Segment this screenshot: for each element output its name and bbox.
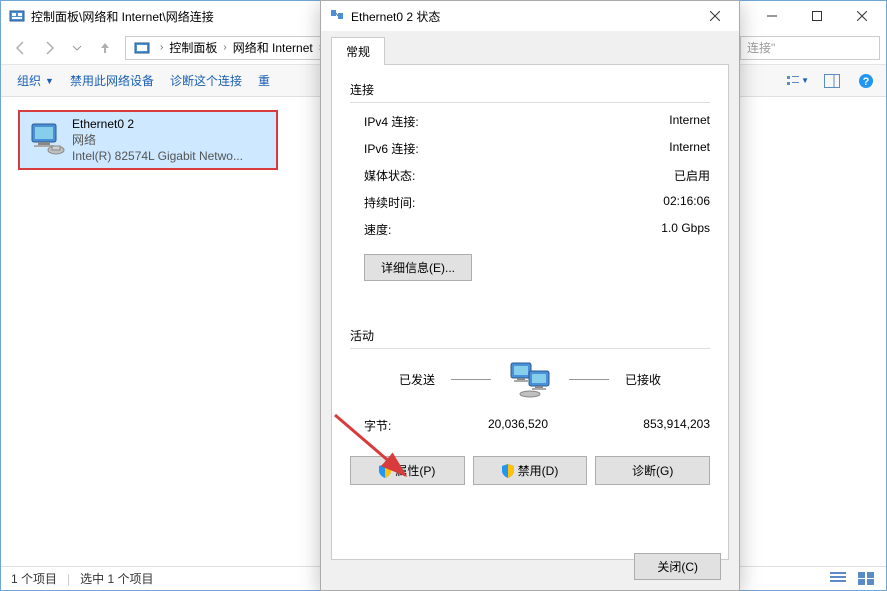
adapter-name: Ethernet0 2 [72,116,243,132]
close-button[interactable] [839,2,884,30]
network-adapter-icon [26,116,66,160]
bytes-sent-value: 20,036,520 [488,417,548,431]
close-dialog-button[interactable]: 关闭(C) [634,553,721,580]
help-icon[interactable]: ? [854,70,878,92]
minimize-button[interactable] [749,2,794,30]
tab-content: 连接 IPv4 连接: Internet IPv6 连接: Internet 媒… [331,64,729,560]
adapter-device: Intel(R) 82574L Gigabit Netwo... [72,148,243,164]
adapter-status: 网络 [72,132,243,148]
diagnose-button[interactable]: 诊断(G) [595,456,710,485]
view-options-icon[interactable]: ▼ [786,70,810,92]
adapter-text: Ethernet0 2 网络 Intel(R) 82574L Gigabit N… [72,116,243,164]
nav-up-button[interactable] [91,34,119,62]
large-icons-view-icon[interactable] [856,571,876,587]
chevron-right-icon: › [160,42,163,53]
duration-value: 02:16:06 [663,194,710,211]
dialog-titlebar: Ethernet0 2 状态 [321,1,739,31]
ipv6-label: IPv6 连接: [364,140,419,157]
details-button[interactable]: 详细信息(E)... [364,254,472,281]
media-label: 媒体状态: [364,167,415,184]
preview-pane-icon[interactable] [820,70,844,92]
shield-icon [379,464,391,478]
bytes-label: 字节: [364,417,391,434]
maximize-button[interactable] [794,2,839,30]
dialog-title: Ethernet0 2 状态 [351,8,695,25]
properties-button[interactable]: 属性(P) [350,456,465,485]
row-media: 媒体状态: 已启用 [350,167,710,184]
control-panel-icon [9,8,25,24]
diagnose-button[interactable]: 诊断这个连接 [162,68,250,93]
dialog-footer: 关闭(C) [634,553,721,580]
chevron-down-icon: ▼ [801,76,809,85]
nav-back-button[interactable] [7,34,35,62]
status-selected-count: 选中 1 个项目 [80,570,153,587]
section-connection-header: 连接 [350,81,710,98]
ipv4-value: Internet [669,113,710,130]
network-adapter-item[interactable]: Ethernet0 2 网络 Intel(R) 82574L Gigabit N… [18,110,278,170]
disable-device-button[interactable]: 禁用此网络设备 [62,68,162,93]
details-view-icon[interactable] [828,571,848,587]
shield-icon [502,464,514,478]
tab-general[interactable]: 常规 [331,37,385,65]
media-value: 已启用 [674,167,710,184]
chevron-down-icon: ▼ [45,76,54,86]
nav-recent-button[interactable] [63,34,91,62]
activity-graphic: 已发送 已接收 [350,359,710,399]
sent-label: 已发送 [399,371,435,388]
speed-value: 1.0 Gbps [661,221,710,238]
row-duration: 持续时间: 02:16:06 [350,194,710,211]
control-panel-icon [134,40,150,56]
window-controls [749,2,884,30]
speed-label: 速度: [364,221,391,238]
disable-button[interactable]: 禁用(D) [473,456,588,485]
ipv6-value: Internet [669,140,710,157]
ipv4-label: IPv4 连接: [364,113,419,130]
chevron-right-icon: › [223,42,226,53]
computers-icon [507,359,553,399]
row-bytes: 字节: 20,036,520 853,914,203 [350,417,710,434]
nav-forward-button[interactable] [35,34,63,62]
duration-label: 持续时间: [364,194,415,211]
status-item-count: 1 个项目 [11,570,57,587]
row-speed: 速度: 1.0 Gbps [350,221,710,238]
dialog-close-button[interactable] [695,2,735,30]
received-label: 已接收 [625,371,661,388]
ethernet-status-dialog: Ethernet0 2 状态 常规 连接 IPv4 连接: Internet I… [320,0,740,591]
search-placeholder: 连接" [747,39,775,56]
row-ipv4: IPv4 连接: Internet [350,113,710,130]
row-ipv6: IPv6 连接: Internet [350,140,710,157]
dialog-tabs: 常规 [321,31,739,65]
rename-button[interactable]: 重 [250,68,278,93]
bytes-recv-value: 853,914,203 [643,417,710,434]
breadcrumb-item[interactable]: 控制面板 [169,39,217,56]
network-icon [329,7,345,26]
svg-text:?: ? [863,76,870,88]
breadcrumb-item[interactable]: 网络和 Internet [233,39,313,56]
organize-menu[interactable]: 组织▼ [9,68,62,93]
section-activity-header: 活动 [350,327,710,344]
action-buttons: 属性(P) 禁用(D) 诊断(G) [350,456,710,485]
search-input[interactable]: 连接" [740,36,880,60]
